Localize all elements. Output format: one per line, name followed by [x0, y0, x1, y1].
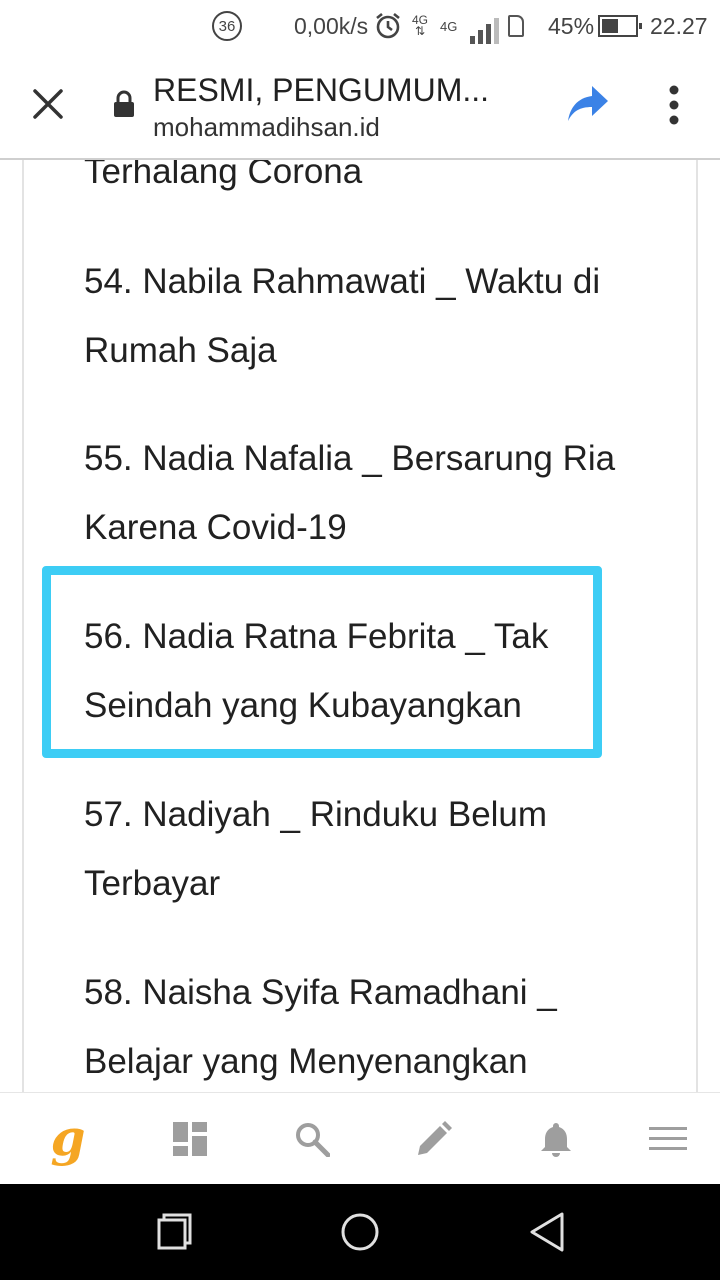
list-item: 55. Nadia Nafalia _ Bersarung Ria Karena… [84, 439, 616, 547]
bottom-toolbar: g [0, 1092, 720, 1185]
recents-button[interactable] [150, 1208, 198, 1256]
close-icon [33, 89, 63, 119]
home-icon [341, 1213, 379, 1251]
page-title: RESMI, PENGUMUM... [153, 72, 490, 108]
notification-count-badge: 36 [212, 0, 242, 52]
page-content[interactable]: Terhalang Corona 54. Nabila Rahmawati _ … [0, 158, 720, 1092]
page-domain: mohammadihsan.id [153, 112, 380, 142]
search-button[interactable] [288, 1115, 336, 1163]
signal-icon [470, 8, 499, 44]
sim-icon [508, 0, 524, 52]
lock-icon [113, 90, 135, 118]
menu-button[interactable] [644, 1115, 692, 1163]
more-vert-icon [669, 85, 679, 125]
edit-button[interactable] [410, 1115, 458, 1163]
dashboard-button[interactable] [166, 1115, 214, 1163]
menu-icon [649, 1127, 687, 1150]
blogger-logo[interactable]: g [44, 1107, 92, 1167]
dashboard-icon [173, 1122, 207, 1156]
share-arrow-icon [568, 86, 608, 121]
home-button[interactable] [336, 1208, 384, 1256]
more-options-button[interactable] [658, 82, 690, 128]
battery-icon [598, 0, 642, 52]
network-type-icon: 4G ⇅ [412, 13, 429, 38]
list-item: 54. Nabila Rahmawati _ Waktu di Rumah Sa… [84, 262, 601, 370]
bell-icon [541, 1123, 571, 1157]
net-speed: 0,00k/s [294, 12, 369, 39]
search-icon [296, 1123, 330, 1157]
notifications-button[interactable] [532, 1115, 580, 1163]
back-icon [530, 1212, 564, 1252]
network-type-label: 4G [440, 18, 458, 34]
back-button[interactable] [524, 1208, 572, 1256]
system-nav-bar [0, 1184, 720, 1280]
list-item-partial: Terhalang Corona [84, 158, 363, 191]
custom-tab-toolbar: RESMI, PENGUMUM... mohammadihsan.id [0, 52, 720, 160]
battery-percent: 45% [548, 12, 595, 39]
close-button[interactable] [24, 80, 72, 128]
pencil-icon [418, 1121, 452, 1155]
status-bar: 36 0,00k/s 4G ⇅ 4G 45% 22.27 [0, 0, 720, 52]
recents-icon [157, 1213, 192, 1250]
clock: 22.27 [650, 12, 708, 39]
alarm-icon [374, 0, 402, 52]
highlight-box [42, 566, 602, 758]
share-button[interactable] [566, 84, 610, 124]
list-item: 58. Naisha Syifa Ramadhani _ Belajar yan… [84, 973, 557, 1081]
list-item: 57. Nadiyah _ Rinduku Belum Terbayar [84, 795, 548, 903]
